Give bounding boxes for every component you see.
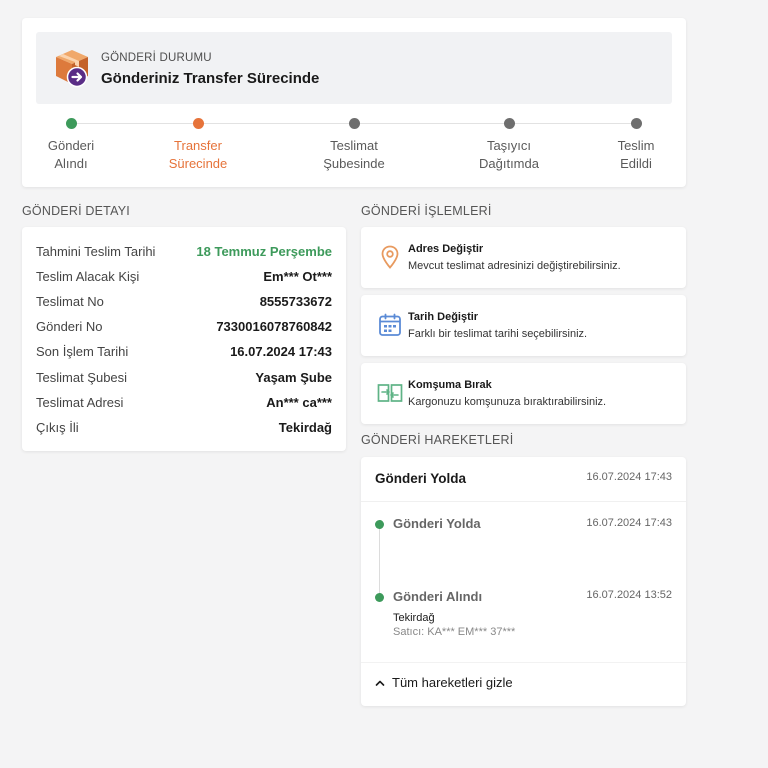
action-title: Adres Değiştir — [408, 243, 484, 255]
latest-movement-date: 16.07.2024 17:43 — [586, 471, 672, 483]
event-date: 16.07.2024 17:43 — [586, 517, 672, 529]
step-label: Transfer Sürecinde — [168, 138, 228, 171]
detail-label: Teslimat No — [36, 293, 104, 309]
detail-value: An*** ca*** — [266, 394, 332, 410]
step-dot — [630, 118, 642, 129]
hide-all-movements-toggle[interactable]: Tüm hareketleri gizle — [374, 675, 513, 690]
calendar-icon — [379, 313, 401, 336]
action-description: Kargonuzu komşunuza bıraktırabilirsiniz. — [408, 396, 607, 408]
step-received: Gönderi Alındı — [16, 118, 126, 173]
shipment-status-card: GÖNDERİ DURUMU Gönderiniz Transfer Sürec… — [22, 18, 686, 187]
detail-row: Teslim Alacak Kişi Em*** Ot*** — [36, 266, 332, 286]
event-seller: Satıcı: KA*** EM*** 37*** — [393, 626, 516, 638]
step-dot — [348, 118, 360, 129]
detail-row: Son İşlem Tarihi 16.07.2024 17:43 — [36, 341, 332, 361]
detail-value: 16.07.2024 17:43 — [230, 343, 332, 359]
detail-value: 7330016078760842 — [216, 318, 332, 334]
toggle-label: Tüm hareketleri gizle — [392, 675, 513, 690]
step-label: Teslimat Şubesinde — [323, 138, 385, 171]
step-dot — [65, 118, 77, 129]
detail-label: Teslimat Adresi — [36, 394, 124, 410]
detail-row: Çıkış İli Tekirdağ — [36, 417, 332, 437]
event-title: Gönderi Yolda — [393, 516, 481, 531]
detail-section-title: GÖNDERİ DETAYI — [22, 204, 130, 218]
movements-section-title: GÖNDERİ HAREKETLERİ — [361, 433, 514, 447]
action-description: Farklı bir teslimat tarihi seçebilirsini… — [408, 328, 588, 340]
status-caption: GÖNDERİ DURUMU — [101, 52, 212, 64]
shipment-detail-card: Tahmini Teslim Tarihi 18 Temmuz Perşembe… — [22, 227, 346, 451]
step-in-transfer: Transfer Sürecinde — [143, 118, 253, 173]
event-title: Gönderi Alındı — [393, 589, 483, 604]
chevron-up-icon — [375, 680, 385, 686]
detail-label: Gönderi No — [36, 318, 103, 334]
step-out-for-delivery: Taşıyıcı Dağıtımda — [454, 118, 564, 173]
step-dot — [503, 118, 515, 129]
change-date-button[interactable]: Tarih Değiştir Farklı bir teslimat tarih… — [361, 295, 686, 356]
detail-label: Teslim Alacak Kişi — [36, 268, 140, 284]
step-label: Taşıyıcı Dağıtımda — [479, 138, 539, 171]
step-delivered: Teslim Edildi — [581, 118, 691, 173]
detail-value: Tekirdağ — [278, 419, 332, 435]
event-location: Tekirdağ — [393, 612, 435, 624]
timeline-dot — [375, 520, 384, 529]
detail-row: Teslimat Şubesi Yaşam Şube — [36, 367, 332, 387]
step-label: Gönderi Alındı — [47, 138, 95, 171]
action-title: Komşuma Bırak — [408, 379, 492, 391]
divider — [361, 501, 686, 502]
detail-value: 8555733672 — [259, 293, 332, 309]
detail-label: Tahmini Teslim Tarihi — [36, 243, 156, 259]
change-address-button[interactable]: Adres Değiştir Mevcut teslimat adresiniz… — [361, 227, 686, 288]
event-date: 16.07.2024 13:52 — [586, 589, 672, 601]
action-description: Mevcut teslimat adresinizi değiştirebili… — [408, 260, 621, 272]
detail-row: Teslimat Adresi An*** ca*** — [36, 392, 332, 412]
detail-row: Teslimat No 8555733672 — [36, 291, 332, 311]
detail-label: Çıkış İli — [36, 419, 79, 435]
leave-with-neighbor-button[interactable]: Komşuma Bırak Kargonuzu komşunuza bırakt… — [361, 363, 686, 424]
step-label: Teslim Edildi — [617, 138, 655, 171]
detail-value: Em*** Ot*** — [263, 268, 332, 284]
status-title: Gönderiniz Transfer Sürecinde — [101, 70, 320, 87]
divider — [361, 662, 686, 663]
status-header: GÖNDERİ DURUMU Gönderiniz Transfer Sürec… — [36, 32, 672, 104]
neighbor-transfer-icon — [377, 384, 403, 402]
detail-label: Teslimat Şubesi — [36, 369, 128, 385]
detail-row: Gönderi No 7330016078760842 — [36, 316, 332, 336]
action-title: Tarih Değiştir — [408, 311, 479, 323]
estimated-delivery-value: 18 Temmuz Perşembe — [196, 243, 332, 259]
latest-movement-title: Gönderi Yolda — [375, 471, 467, 486]
detail-value: Yaşam Şube — [255, 369, 332, 385]
detail-row: Tahmini Teslim Tarihi 18 Temmuz Perşembe — [36, 241, 332, 261]
detail-label: Son İşlem Tarihi — [36, 343, 129, 359]
timeline-dot — [375, 593, 384, 602]
shipment-movements-card: Gönderi Yolda 16.07.2024 17:43 Gönderi Y… — [361, 457, 686, 706]
location-pin-icon — [381, 245, 399, 269]
timeline-line — [379, 525, 380, 597]
step-at-branch: Teslimat Şubesinde — [299, 118, 409, 173]
package-transfer-icon — [56, 50, 88, 88]
step-dot — [192, 118, 204, 129]
actions-section-title: GÖNDERİ İŞLEMLERİ — [361, 204, 492, 218]
